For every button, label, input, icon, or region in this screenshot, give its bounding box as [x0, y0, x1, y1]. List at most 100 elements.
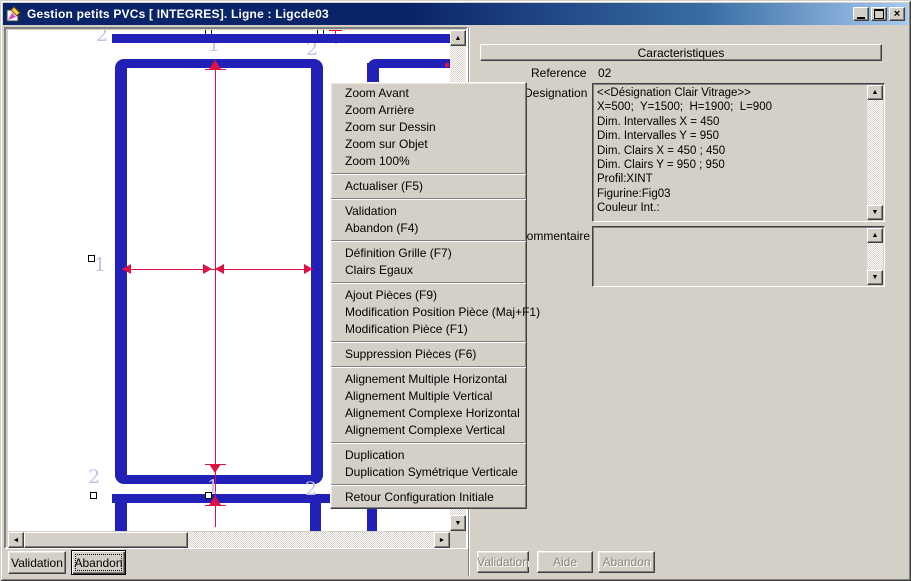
designation-field[interactable]: <<Désignation Clair Vitrage>> X=500; Y=1…: [592, 83, 885, 222]
minimize-button[interactable]: [853, 7, 869, 21]
app-icon: [6, 6, 22, 22]
frame-stub: [115, 501, 127, 531]
maximize-button[interactable]: [871, 7, 887, 21]
designation-line: Dim. Clairs X = 450 ; 450: [597, 144, 865, 158]
menu-separator: [331, 237, 526, 245]
title-bar[interactable]: Gestion petits PVCs [ INTEGRES]. Ligne :…: [3, 3, 908, 25]
scroll-down-button[interactable]: ▼: [867, 270, 883, 285]
menu-item-duplication-symetrique-verticale[interactable]: Duplication Symétrique Verticale: [331, 464, 526, 481]
menu-separator: [331, 481, 526, 489]
menu-item-zoom-arriere[interactable]: Zoom Arrière: [331, 102, 526, 119]
arrow-up-icon: [209, 60, 221, 69]
reference-value: 02: [598, 66, 611, 80]
arrow-base: [205, 505, 226, 506]
vertical-dimension-line: [215, 60, 216, 527]
panel-validation-button[interactable]: Validation: [477, 551, 529, 573]
abandon-button[interactable]: Abandon: [71, 550, 126, 575]
selection-handle[interactable]: [88, 255, 95, 262]
menu-item-modification-piece[interactable]: Modification Pièce (F1): [331, 321, 526, 338]
menu-item-duplication[interactable]: Duplication: [331, 447, 526, 464]
scroll-right-icon: ►: [439, 537, 446, 544]
commentaire-field[interactable]: ▲ ▼: [592, 226, 885, 287]
validation-button[interactable]: Validation: [8, 551, 66, 574]
selection-handle[interactable]: [90, 492, 97, 499]
designation-label: Designation: [524, 86, 587, 100]
arrow-left-icon: [122, 264, 131, 274]
arrow-down-icon: [209, 464, 221, 473]
scrollbar-corner: [450, 532, 466, 548]
app-window: Gestion petits PVCs [ INTEGRES]. Ligne :…: [0, 0, 911, 581]
menu-item-ajout-pieces[interactable]: Ajout Pièces (F9): [331, 287, 526, 304]
aide-button[interactable]: Aide: [537, 551, 593, 573]
scroll-down-button[interactable]: ▼: [867, 205, 883, 220]
scroll-up-icon: ▲: [872, 89, 879, 96]
menu-item-zoom-100[interactable]: Zoom 100%: [331, 153, 526, 170]
scroll-down-button[interactable]: ▼: [450, 515, 466, 531]
menu-separator: [331, 195, 526, 203]
menu-item-suppression-pieces[interactable]: Suppression Pièces (F6): [331, 346, 526, 363]
designation-line: Dim. Clairs Y = 950 ; 950: [597, 158, 865, 172]
frame-stub: [310, 501, 321, 531]
bowtie-marker: [215, 264, 224, 274]
clair-label: 2: [96, 30, 108, 45]
menu-item-clairs-egaux[interactable]: Clairs Egaux: [331, 262, 526, 279]
designation-line: Profil:XINT: [597, 172, 865, 186]
menu-separator: [331, 338, 526, 346]
menu-item-modification-position-piece[interactable]: Modification Position Pièce (Maj+F1): [331, 304, 526, 321]
scroll-left-icon: ◄: [13, 537, 20, 544]
window-title: Gestion petits PVCs [ INTEGRES]. Ligne :…: [27, 7, 329, 21]
scroll-up-icon: ▲: [455, 35, 462, 42]
menu-separator: [331, 170, 526, 178]
scroll-up-button[interactable]: ▲: [867, 85, 883, 100]
menu-item-validation[interactable]: Validation: [331, 203, 526, 220]
horizontal-scrollbar[interactable]: ◄ ►: [8, 532, 450, 548]
menu-item-definition-grille[interactable]: Définition Grille (F7): [331, 245, 526, 262]
clair-label: 1: [94, 256, 106, 275]
bowtie-marker: [203, 264, 212, 274]
menu-item-alignement-complexe-horizontal[interactable]: Alignement Complexe Horizontal: [331, 405, 526, 422]
designation-line: Dim. Intervalles X = 450: [597, 115, 865, 129]
selection-handle[interactable]: [205, 492, 212, 499]
scroll-up-button[interactable]: ▲: [867, 228, 883, 243]
menu-item-actualiser[interactable]: Actualiser (F5): [331, 178, 526, 195]
commentaire-text: [597, 229, 865, 284]
commentaire-scrollbar[interactable]: ▲ ▼: [867, 228, 883, 285]
maximize-icon: [874, 9, 884, 19]
designation-text: <<Désignation Clair Vitrage>> X=500; Y=1…: [597, 86, 865, 219]
designation-scrollbar[interactable]: ▲ ▼: [867, 85, 883, 220]
scroll-left-button[interactable]: ◄: [8, 532, 24, 548]
designation-line: Couleur Int.:: [597, 201, 865, 215]
scrollbar-thumb[interactable]: [24, 532, 188, 548]
clair-label: 2: [88, 468, 100, 487]
arrow-base: [205, 69, 226, 70]
gap-dimension-cap: [329, 30, 342, 31]
designation-line: Figurine:Fig03: [597, 187, 865, 201]
close-button[interactable]: ×: [889, 7, 905, 21]
reference-label: Reference: [531, 66, 586, 80]
arrow-base: [205, 464, 226, 465]
menu-item-abandon[interactable]: Abandon (F4): [331, 220, 526, 237]
menu-item-alignement-complexe-vertical[interactable]: Alignement Complexe Vertical: [331, 422, 526, 439]
designation-line: <<Désignation Clair Vitrage>>: [597, 86, 865, 100]
menu-item-alignement-multiple-vertical[interactable]: Alignement Multiple Vertical: [331, 388, 526, 405]
scroll-up-button[interactable]: ▲: [450, 30, 466, 46]
arrow-right-icon: [304, 264, 313, 274]
scroll-up-icon: ▲: [872, 232, 879, 239]
close-icon: ×: [894, 9, 900, 20]
panel-abandon-button[interactable]: Abandon: [598, 551, 655, 573]
menu-item-zoom-sur-dessin[interactable]: Zoom sur Dessin: [331, 119, 526, 136]
designation-line: X=500; Y=1500; H=1900; L=900: [597, 100, 865, 114]
minimize-icon: [857, 17, 865, 19]
menu-separator: [331, 439, 526, 447]
scroll-down-icon: ▼: [872, 209, 879, 216]
scroll-right-button[interactable]: ►: [434, 532, 450, 548]
menu-item-alignement-multiple-horizontal[interactable]: Alignement Multiple Horizontal: [331, 371, 526, 388]
menu-item-zoom-avant[interactable]: Zoom Avant: [331, 85, 526, 102]
right-sash-top-bar: [367, 59, 450, 68]
designation-line: Dim. Intervalles Y = 950: [597, 129, 865, 143]
scroll-down-icon: ▼: [455, 520, 462, 527]
menu-item-retour-configuration-initiale[interactable]: Retour Configuration Initiale: [331, 489, 526, 506]
menu-item-zoom-sur-objet[interactable]: Zoom sur Objet: [331, 136, 526, 153]
menu-separator: [331, 363, 526, 371]
clair-label: 2: [305, 480, 317, 499]
